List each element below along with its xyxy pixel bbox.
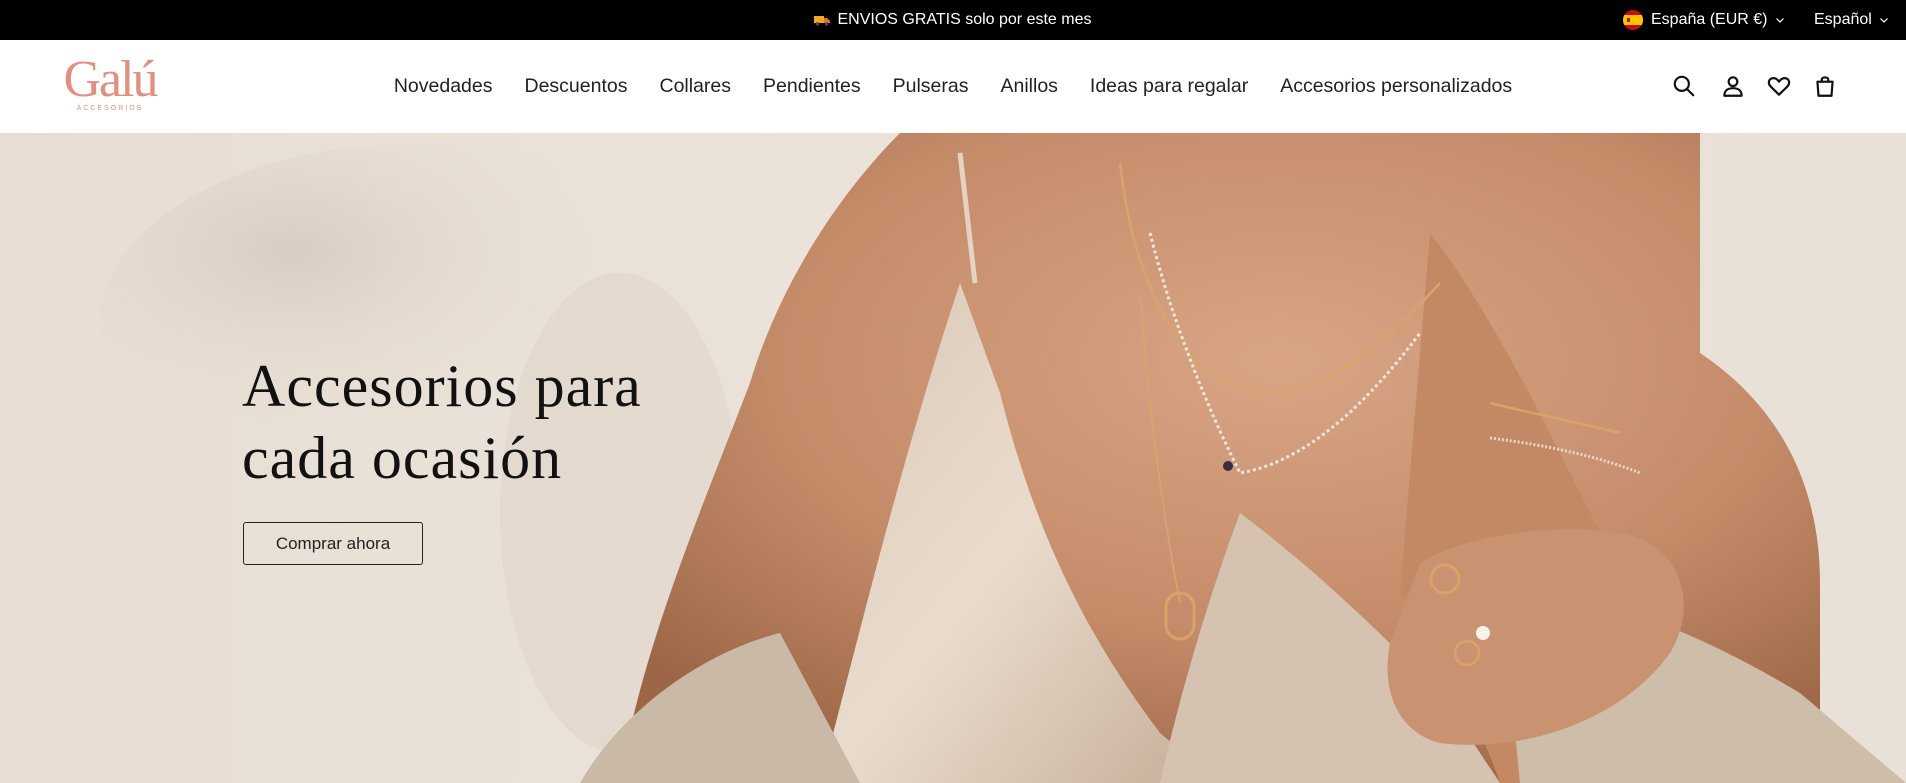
nav-item-descuentos[interactable]: Descuentos xyxy=(509,75,644,98)
announcement-bar: ENVIOS GRATIS solo por este mes España (… xyxy=(0,0,1906,40)
shop-now-button[interactable]: Comprar ahora xyxy=(243,522,423,565)
nav-item-ideas-regalar[interactable]: Ideas para regalar xyxy=(1074,75,1264,98)
main-nav: Novedades Descuentos Collares Pendientes… xyxy=(0,40,1906,133)
wishlist-icon[interactable] xyxy=(1766,73,1792,99)
country-label: España (EUR €) xyxy=(1651,11,1768,28)
announcement-text: ENVIOS GRATIS solo por este mes xyxy=(837,11,1092,28)
nav-item-novedades[interactable]: Novedades xyxy=(378,75,509,98)
cart-icon[interactable] xyxy=(1812,73,1838,99)
spain-flag-icon xyxy=(1623,10,1643,30)
chevron-down-icon xyxy=(1879,17,1888,23)
country-selector[interactable]: España (EUR €) xyxy=(1623,0,1784,40)
truck-icon xyxy=(814,16,831,26)
nav-item-pulseras[interactable]: Pulseras xyxy=(877,75,985,98)
language-selector[interactable]: Español xyxy=(1814,0,1888,40)
hero-title: Accesorios para cada ocasión xyxy=(242,353,642,491)
nav-item-pendientes[interactable]: Pendientes xyxy=(747,75,877,98)
account-icon[interactable] xyxy=(1720,73,1746,99)
hero-banner: Accesorios para cada ocasión Comprar aho… xyxy=(0,133,1906,783)
chevron-down-icon xyxy=(1775,17,1784,23)
announcement-message: ENVIOS GRATIS solo por este mes xyxy=(0,0,1906,40)
nav-item-accesorios-personalizados[interactable]: Accesorios personalizados xyxy=(1264,75,1528,98)
search-icon[interactable] xyxy=(1671,73,1697,99)
language-label: Español xyxy=(1814,11,1872,28)
nav-item-collares[interactable]: Collares xyxy=(643,75,747,98)
nav-item-anillos[interactable]: Anillos xyxy=(984,75,1073,98)
site-header: Galú ACCESORIOS Novedades Descuentos Col… xyxy=(0,40,1906,134)
